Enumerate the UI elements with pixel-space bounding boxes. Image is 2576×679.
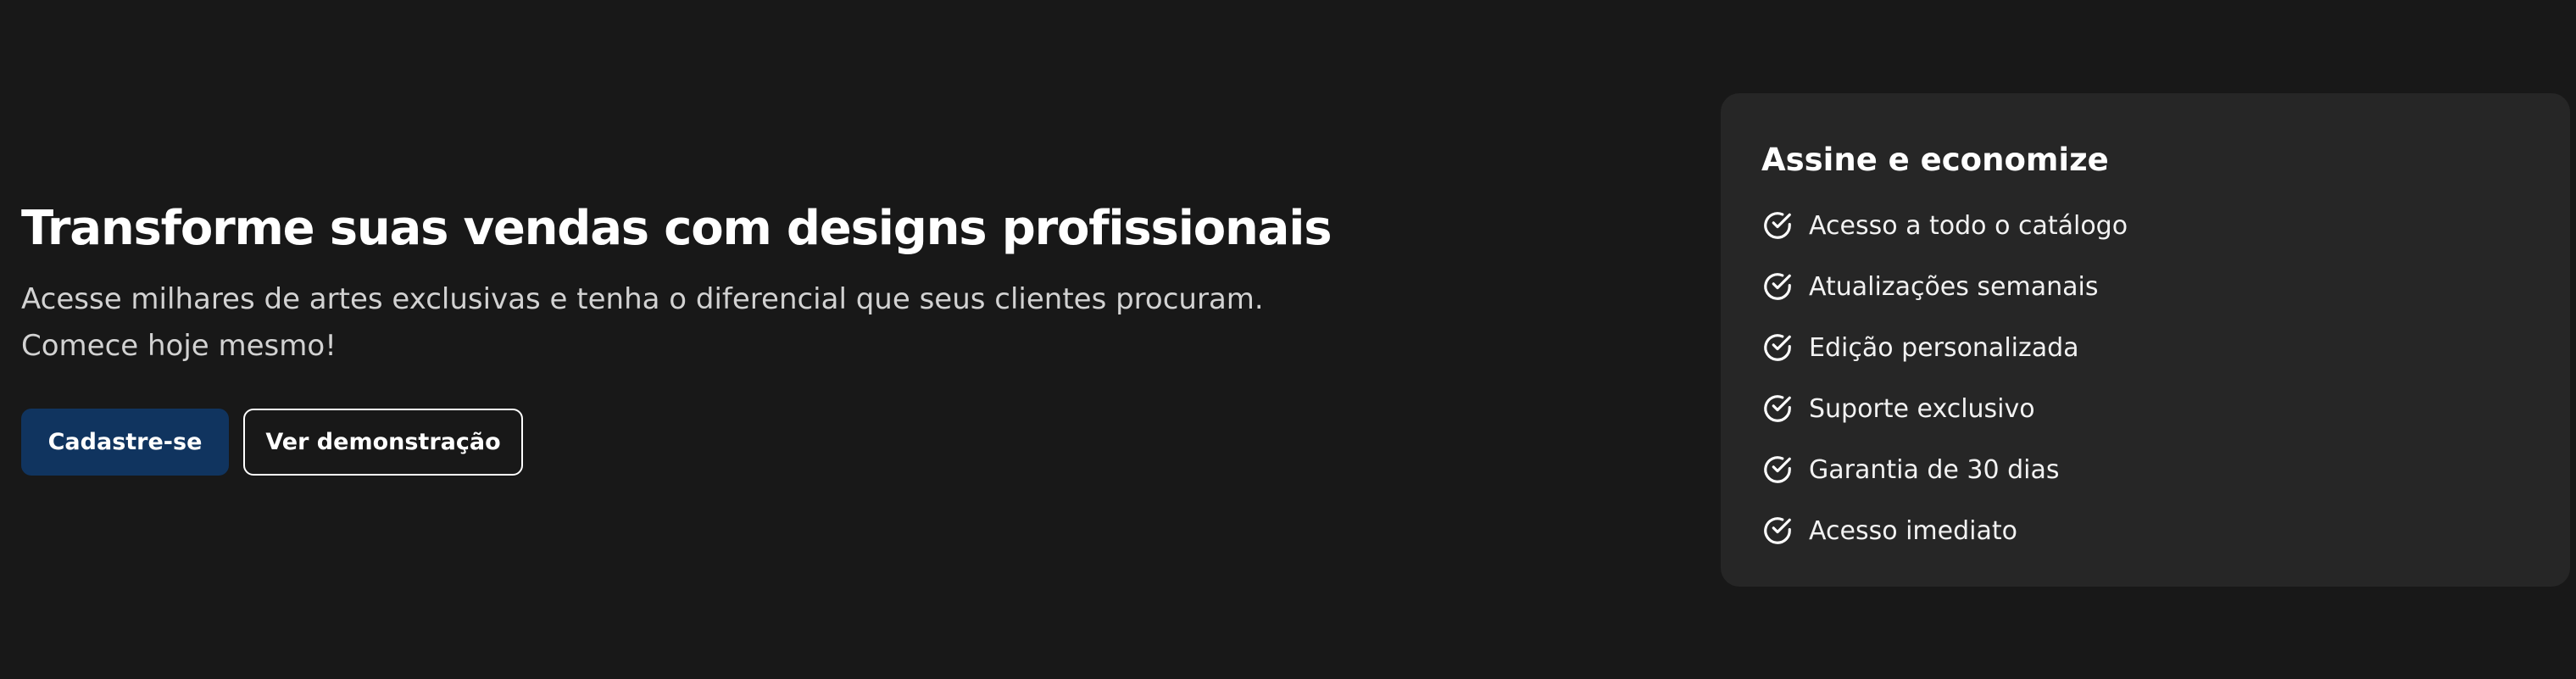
check-circle-icon — [1761, 270, 1794, 303]
page: Transforme suas vendas com designs profi… — [0, 0, 2576, 679]
hero-subtitle: Acesse milhares de artes exclusivas e te… — [21, 282, 1264, 363]
benefit-item: Acesso imediato — [1761, 500, 2529, 561]
demo-button[interactable]: Ver demonstração — [243, 409, 523, 476]
hero-section: Transforme suas vendas com designs profi… — [21, 197, 1333, 476]
hero-title: Transforme suas vendas com designs profi… — [21, 201, 1333, 256]
check-circle-icon — [1761, 515, 1794, 547]
benefit-item: Edição personalizada — [1761, 317, 2529, 378]
benefit-item: Suporte exclusivo — [1761, 378, 2529, 439]
hero-actions: Cadastre-se Ver demonstração — [21, 409, 1327, 476]
benefit-item: Garantia de 30 dias — [1761, 439, 2529, 500]
benefit-label: Acesso imediato — [1809, 515, 2017, 546]
card-title: Assine e economize — [1761, 142, 2109, 178]
check-circle-icon — [1761, 392, 1794, 425]
benefit-item: Acesso a todo o catálogo — [1761, 195, 2529, 256]
benefit-item: Atualizações semanais — [1761, 256, 2529, 317]
benefit-label: Garantia de 30 dias — [1809, 454, 2060, 485]
benefits-list: Acesso a todo o catálogo Atualizações se… — [1761, 195, 2529, 561]
subscription-card: Assine e economize Acesso a todo o catál… — [1721, 93, 2570, 587]
check-circle-icon — [1761, 454, 1794, 486]
benefit-label: Acesso a todo o catálogo — [1809, 210, 2128, 241]
check-circle-icon — [1761, 331, 1794, 364]
benefit-label: Atualizações semanais — [1809, 271, 2099, 302]
benefit-label: Edição personalizada — [1809, 332, 2079, 363]
benefit-label: Suporte exclusivo — [1809, 393, 2035, 424]
check-circle-icon — [1761, 209, 1794, 242]
signup-button[interactable]: Cadastre-se — [21, 409, 229, 476]
